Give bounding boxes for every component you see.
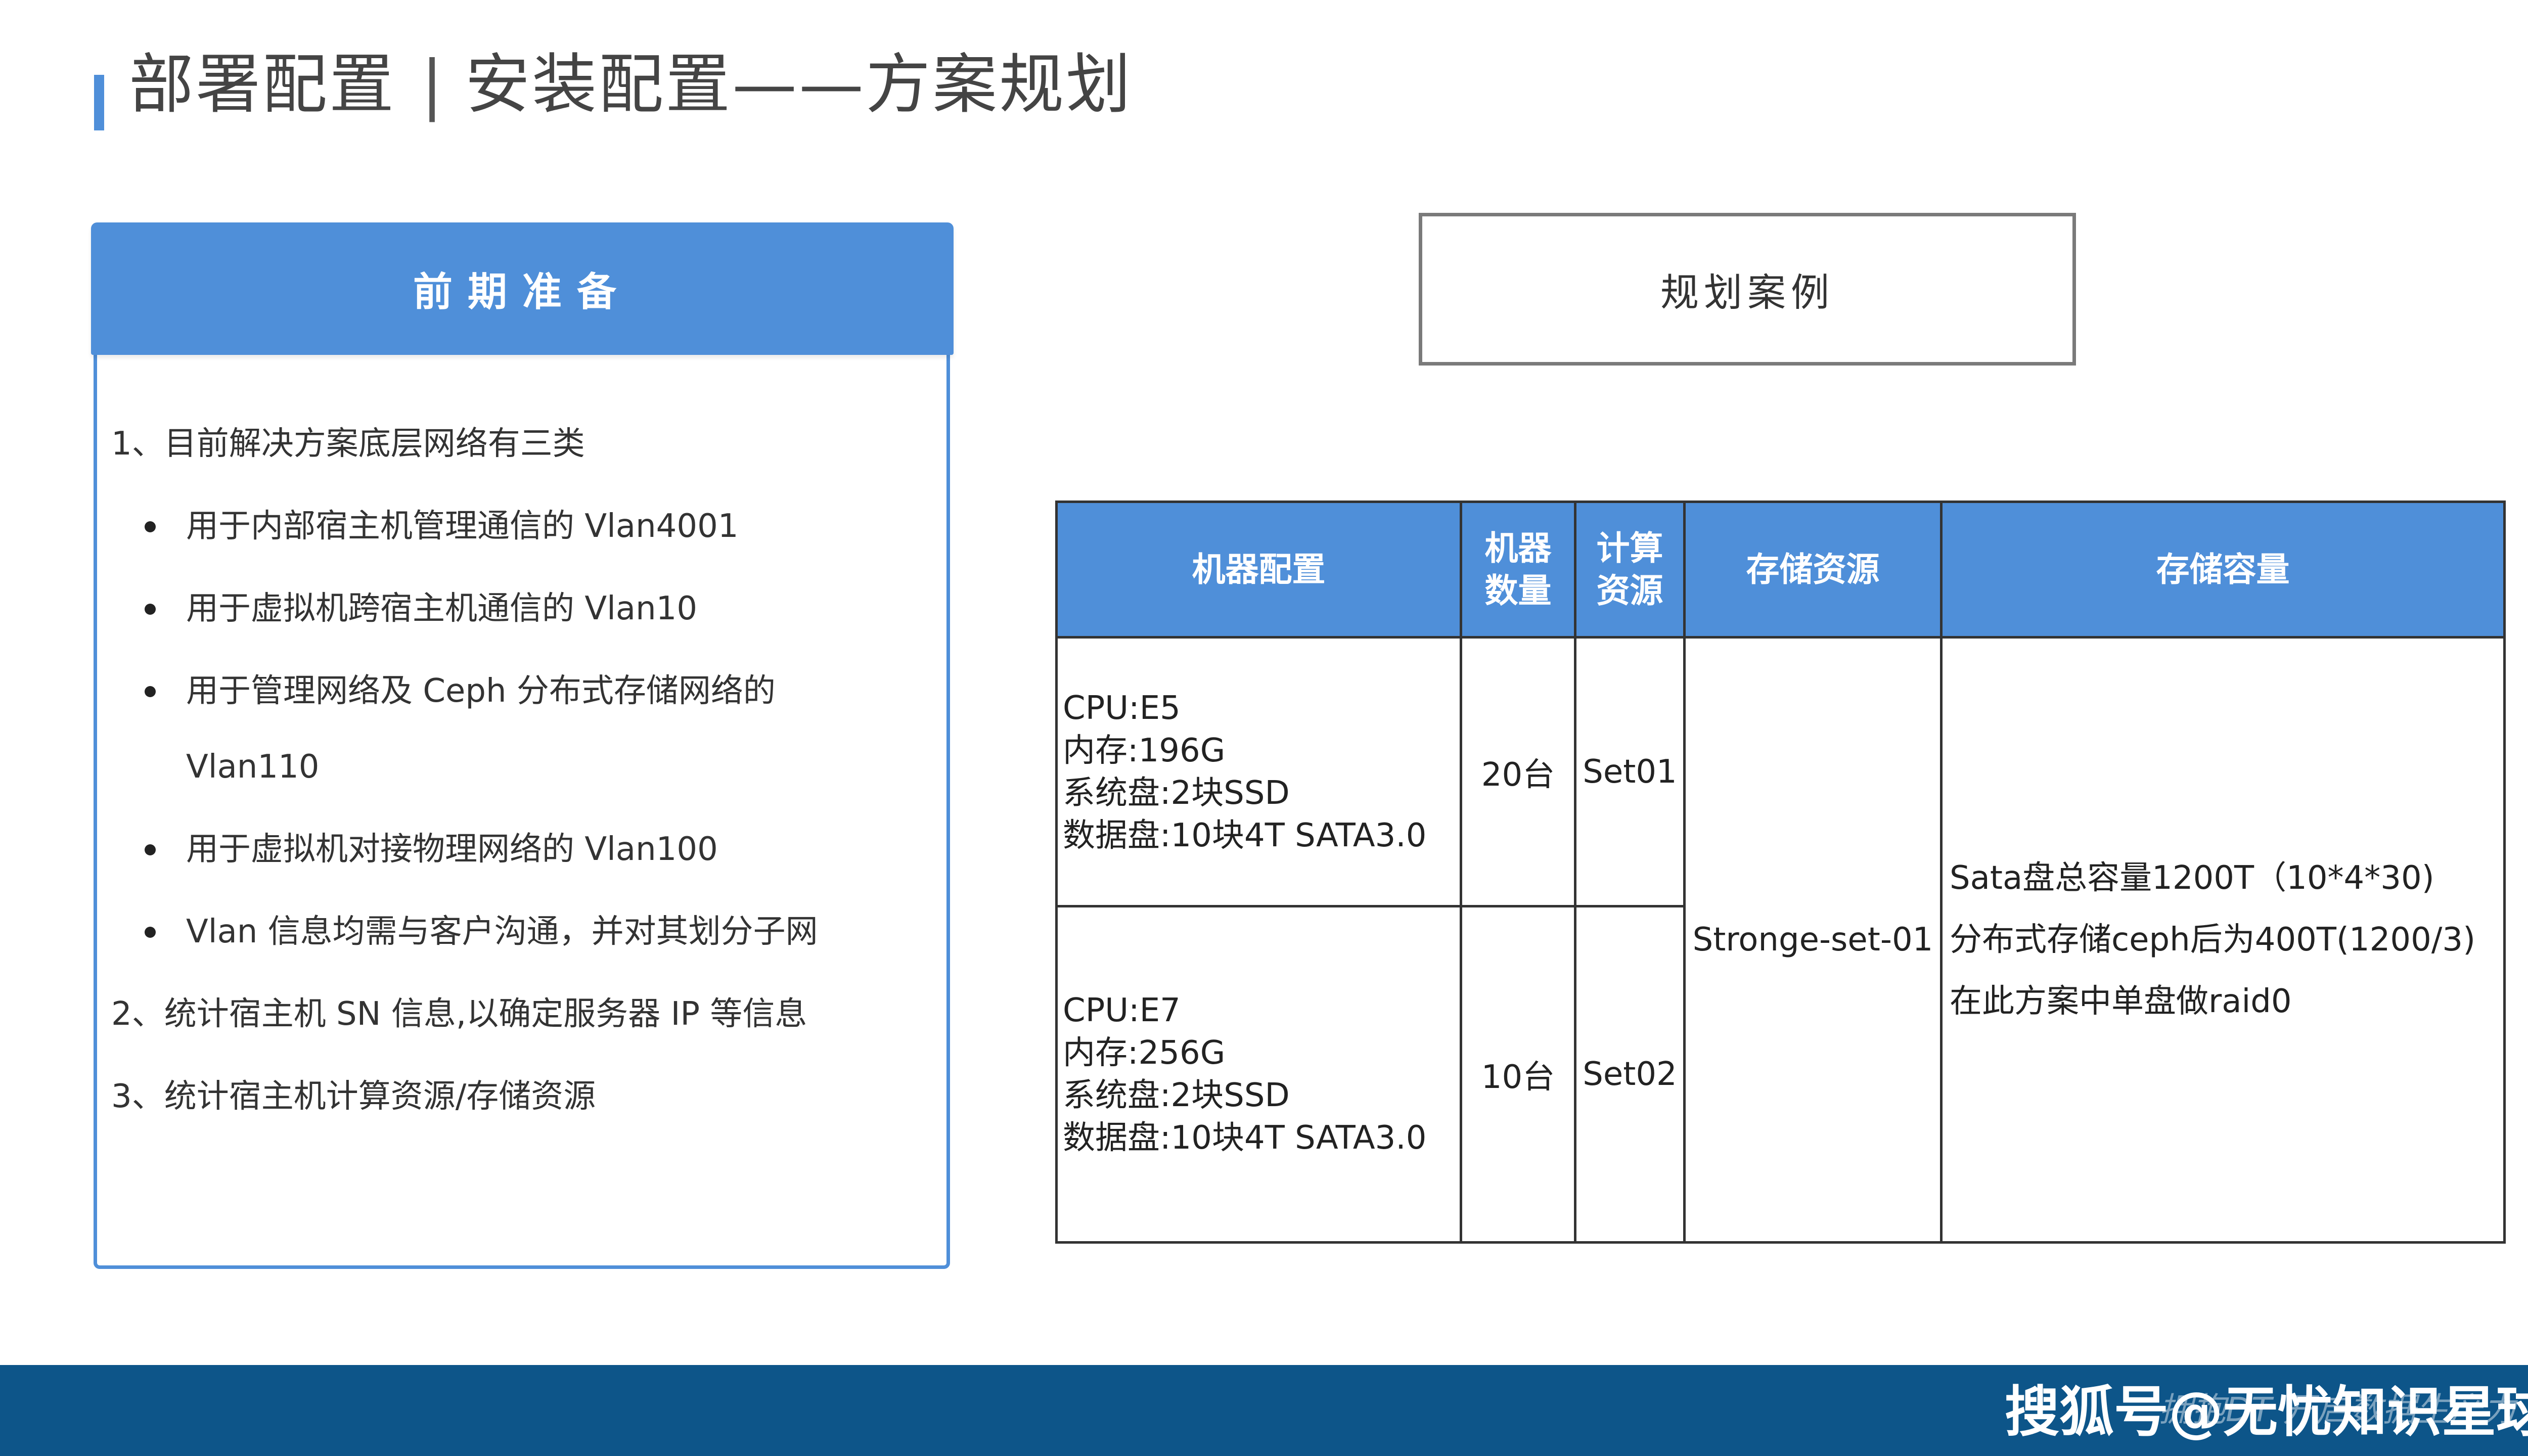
- case-heading-box: 规划案例: [1419, 213, 2076, 366]
- storage-resource-cell: Stronge-set-01: [1683, 636, 1943, 1244]
- col-header-capacity: 存储容量: [1940, 500, 2506, 639]
- config-line: 内存:196G: [1063, 732, 1226, 769]
- page-title-separator: |: [421, 47, 445, 122]
- case-heading: 规划案例: [1660, 270, 1834, 315]
- table-row: CPU:E5 内存:196G 系统盘:2块SSD 数据盘:10块4T SATA3…: [1055, 636, 2506, 1244]
- config-line: 数据盘:10块4T SATA3.0: [1063, 1119, 1427, 1157]
- machine-count-cell: 20台: [1460, 636, 1576, 907]
- page-title-main: 部署配置: [129, 47, 396, 122]
- config-line: CPU:E5: [1063, 689, 1181, 727]
- prep-bullet-vlan10: 用于虚拟机跨宿主机通信的 Vlan10: [144, 586, 697, 631]
- prep-bullet-vlan100: 用于虚拟机对接物理网络的 Vlan100: [145, 827, 718, 872]
- config-line: 系统盘:2块SSD: [1063, 774, 1290, 812]
- config-line: CPU:E7: [1063, 992, 1181, 1029]
- prep-item-2: 2、统计宿主机 SN 信息,以确定服务器 IP 等信息: [111, 995, 807, 1033]
- prep-bullet-vlan4001: 用于内部宿主机管理通信的 Vlan4001: [145, 504, 739, 549]
- prep-bullet-vlan110-cont: Vlan110: [186, 748, 320, 786]
- table-header-row: 机器配置 机器数量 计算资源 存储资源 存储容量: [1055, 500, 2506, 639]
- col-header-compute: 计算资源: [1574, 500, 1686, 639]
- prep-item-1: 1、目前解决方案底层网络有三类: [111, 425, 585, 463]
- plan-table: 机器配置 机器数量 计算资源 存储资源 存储容量 CPU:E5 内存:196G …: [1055, 500, 2506, 1244]
- col-header-storage: 存储资源: [1683, 500, 1943, 639]
- prep-bullet-vlan110: 用于管理网络及 Ceph 分布式存储网络的: [145, 668, 776, 714]
- page-title-sub: 安装配置——方案规划: [465, 47, 1133, 122]
- compute-resource-cell: Set02: [1574, 905, 1686, 1244]
- machine-config-cell: CPU:E7 内存:256G 系统盘:2块SSD 数据盘:10块4T SATA3…: [1055, 905, 1462, 1244]
- col-header-config: 机器配置: [1055, 500, 1462, 639]
- page-title: 部署配置 | 安装配置——方案规划: [129, 44, 1133, 125]
- col-header-count: 机器数量: [1460, 500, 1576, 639]
- prep-panel-header: 前期准备: [91, 222, 954, 355]
- machine-count-cell: 10台: [1460, 905, 1576, 1244]
- prep-item-3: 3、统计宿主机计算资源/存储资源: [111, 1078, 596, 1115]
- capacity-line: Sata盘总容量1200T（10*4*30): [1950, 859, 2434, 897]
- storage-capacity-cell: Sata盘总容量1200T（10*4*30) 分布式存储ceph后为400T(1…: [1940, 636, 2506, 1244]
- config-line: 数据盘:10块4T SATA3.0: [1063, 816, 1427, 854]
- compute-resource-cell: Set01: [1574, 636, 1686, 907]
- prep-bullet-subnet: Vlan 信息均需与客户沟通，并对其划分子网: [145, 909, 818, 954]
- capacity-line: 分布式存储ceph后为400T(1200/3): [1950, 921, 2476, 959]
- prep-heading: 前期准备: [413, 269, 631, 315]
- footer-watermark: 搜狐号@无忧知识星球: [2005, 1381, 2528, 1444]
- config-line: 系统盘:2块SSD: [1063, 1077, 1290, 1114]
- config-line: 内存:256G: [1063, 1034, 1226, 1072]
- title-accent-bar: [94, 75, 104, 130]
- machine-config-cell: CPU:E5 内存:196G 系统盘:2块SSD 数据盘:10块4T SATA3…: [1055, 636, 1462, 907]
- capacity-line: 在此方案中单盘做raid0: [1950, 983, 2292, 1020]
